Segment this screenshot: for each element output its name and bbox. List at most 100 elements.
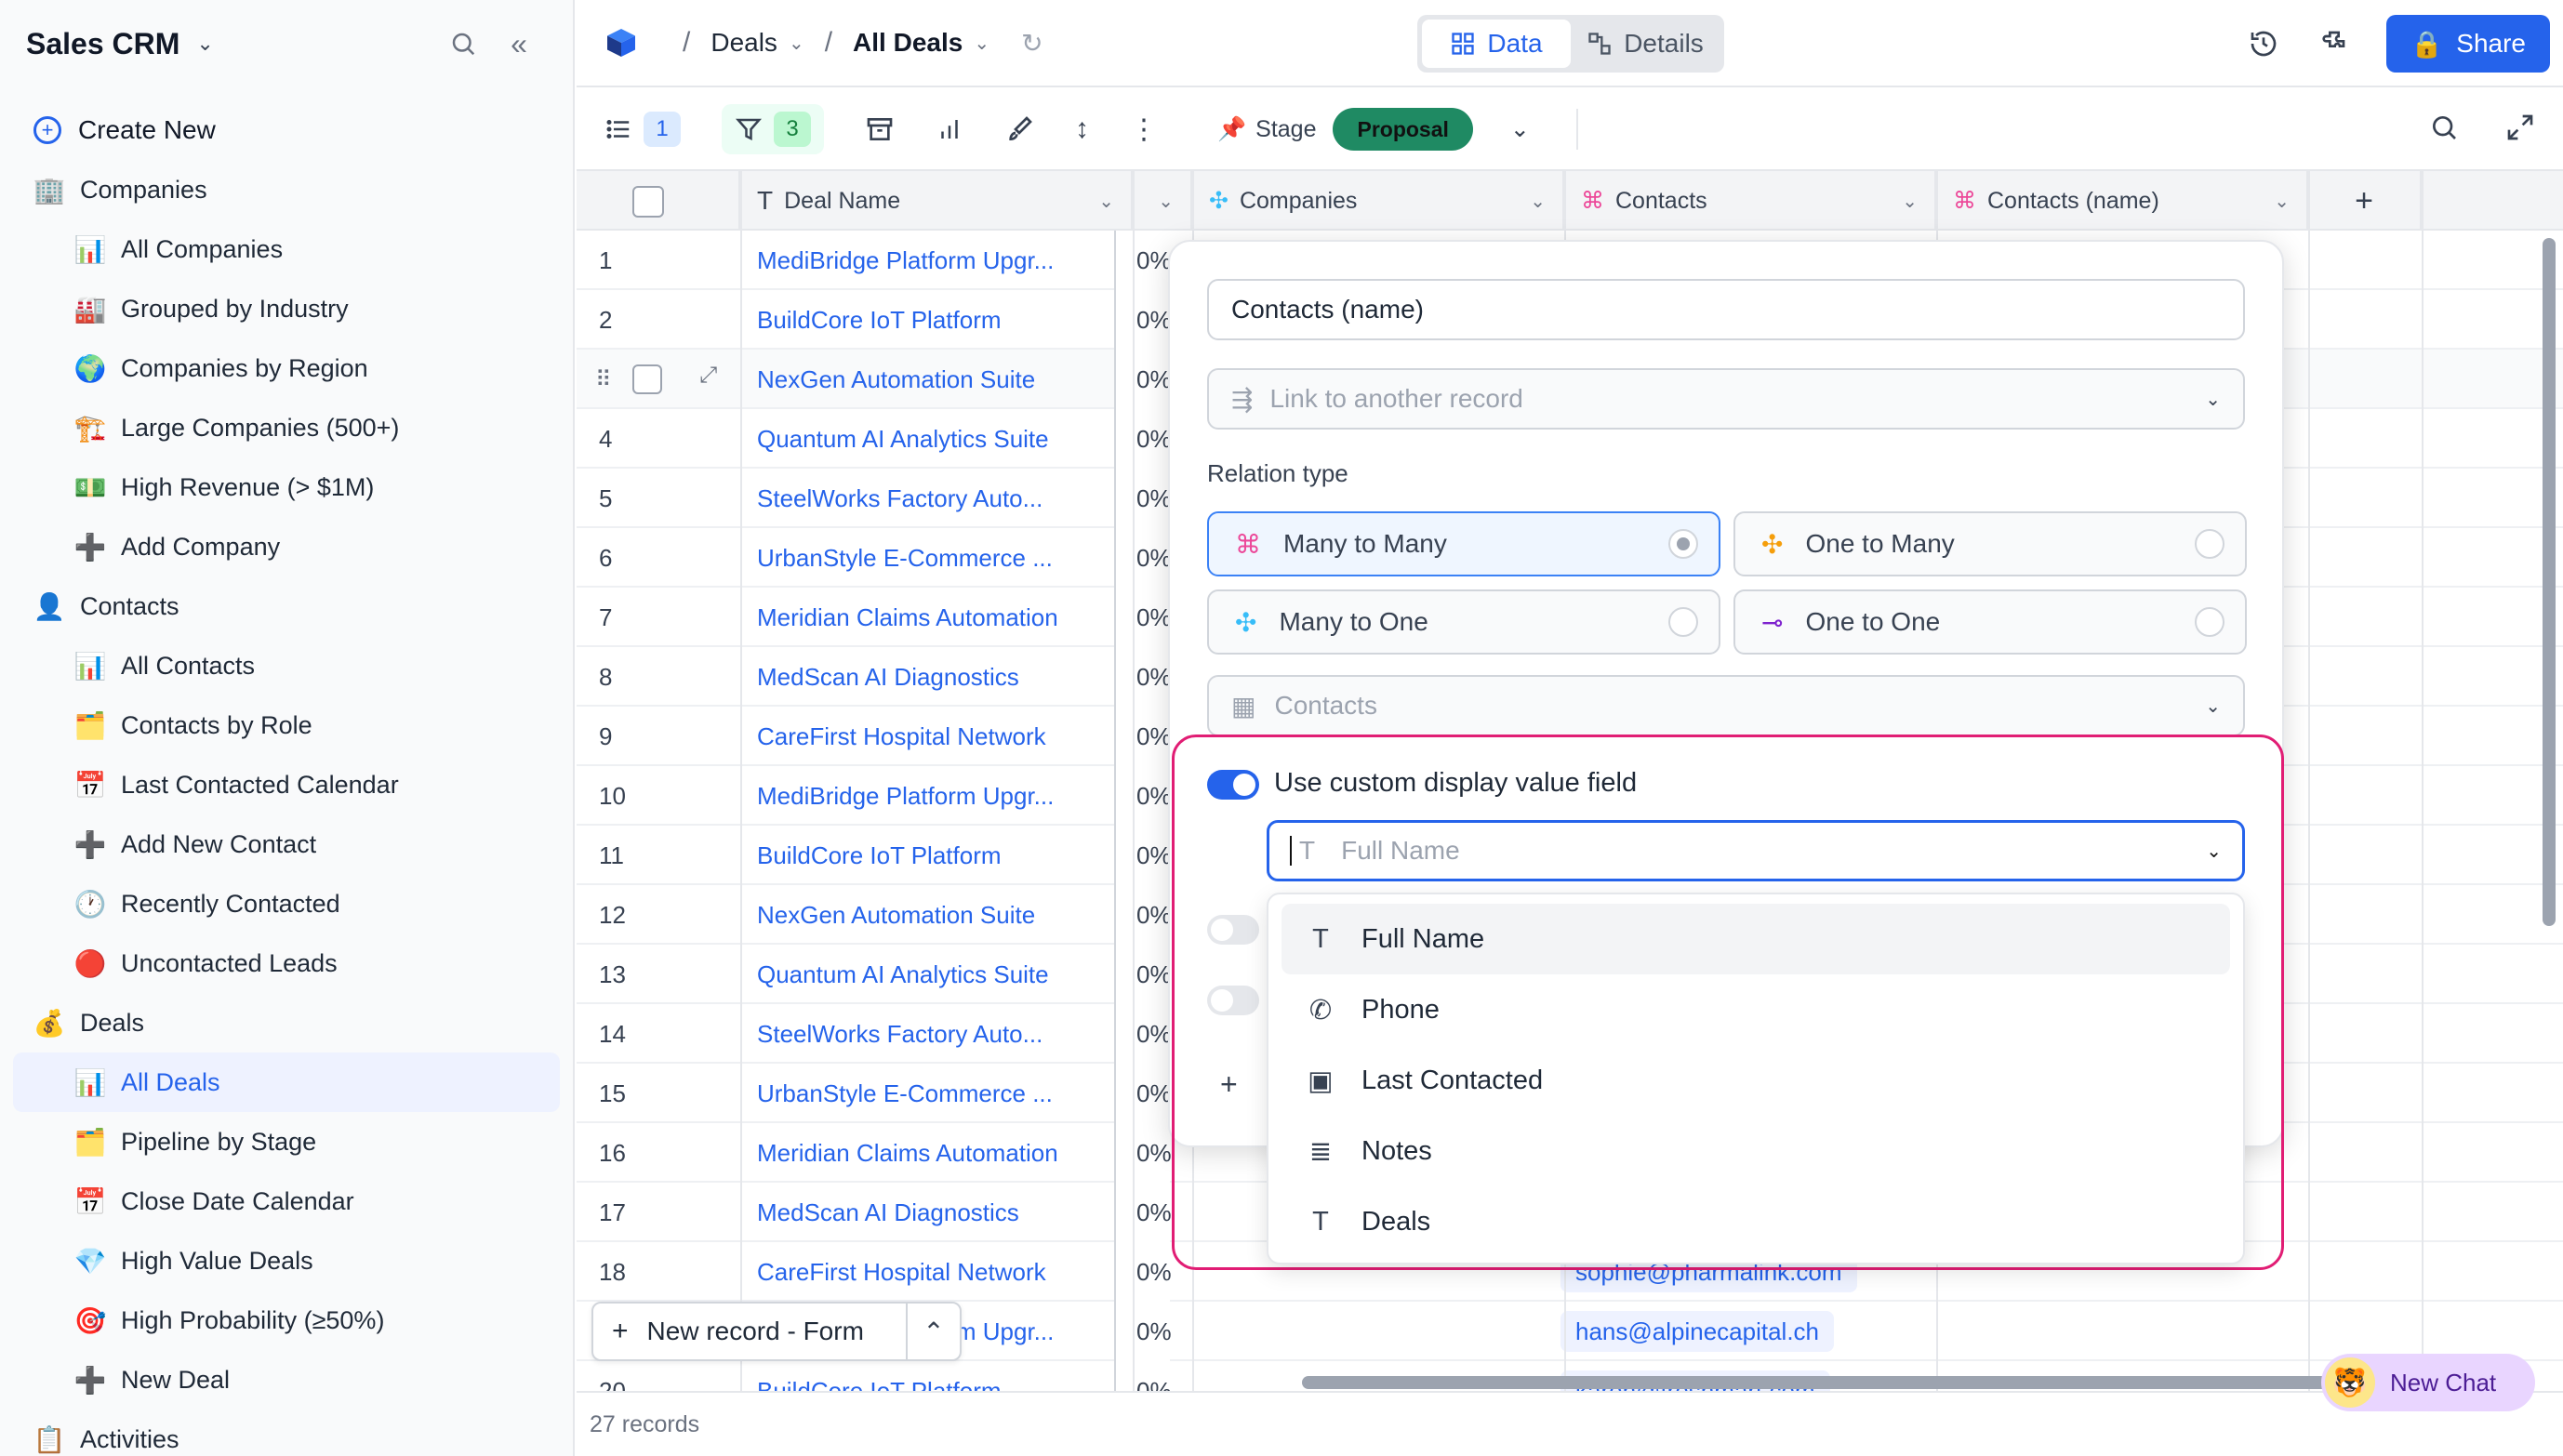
row-checkbox[interactable] (632, 364, 662, 394)
sidebar-item[interactable]: 📅 Close Date Calendar (0, 1171, 573, 1231)
deal-name-cell[interactable]: MedScan AI Diagnostics (757, 1183, 1129, 1242)
probability-cell[interactable]: 0% (1114, 1242, 1172, 1302)
sidebar-item[interactable]: 💵 High Revenue (> $1M) (0, 457, 573, 517)
chevron-down-icon[interactable]: ⌄ (196, 32, 213, 56)
sidebar-item[interactable]: 📊 All Contacts (0, 636, 573, 695)
relation-option[interactable]: ⌘ Many to Many (1207, 511, 1720, 576)
probability-cell[interactable]: 0% (1114, 231, 1172, 290)
probability-cell[interactable]: 0% (1114, 647, 1172, 707)
chevron-down-icon[interactable]: ⌄ (1510, 115, 1530, 143)
deal-name-cell[interactable]: CareFirst Hospital Network (757, 707, 1129, 766)
custom-display-toggle[interactable] (1207, 770, 1259, 800)
column-header-probability[interactable]: ⌄ (1133, 171, 1192, 231)
sidebar-item[interactable]: 👤 Contacts (0, 576, 573, 636)
column-header-contacts-name[interactable]: ⌘ Contacts (name) ⌄ (1936, 171, 2308, 231)
chevron-down-icon[interactable]: ⌄ (2274, 190, 2290, 213)
data-tab[interactable]: Data (1422, 20, 1571, 68)
create-new-button[interactable]: + Create New (0, 100, 573, 160)
sidebar-item[interactable]: 📋 Activities (0, 1410, 573, 1456)
probability-cell[interactable]: 0% (1114, 1183, 1172, 1242)
sidebar-item[interactable]: ➕ Add Company (0, 517, 573, 576)
select-all-checkbox[interactable] (632, 186, 664, 218)
probability-cell[interactable]: 0% (1114, 707, 1172, 766)
deal-name-cell[interactable]: NexGen Automation Suite (757, 350, 1129, 409)
history-icon[interactable] (2241, 21, 2286, 66)
sidebar-item[interactable]: 🗂️ Contacts by Role (0, 695, 573, 755)
relation-option[interactable]: ✣ Many to One (1207, 589, 1720, 655)
deal-name-cell[interactable]: Meridian Claims Automation (757, 1123, 1129, 1183)
new-record-button[interactable]: + New record - Form ⌃ (591, 1302, 962, 1361)
deal-name-cell[interactable]: Meridian Claims Automation (757, 588, 1129, 647)
probability-cell[interactable]: 0% (1114, 469, 1172, 528)
deal-name-cell[interactable]: BuildCore IoT Platform (757, 1361, 1129, 1392)
probability-cell[interactable]: 0% (1114, 350, 1172, 409)
share-button[interactable]: 🔒 Share (2386, 15, 2550, 73)
probability-cell[interactable]: 0% (1114, 1361, 1172, 1391)
sidebar-item[interactable]: 🗂️ Pipeline by Stage (0, 1112, 573, 1171)
sidebar-item[interactable]: 💎 High Value Deals (0, 1231, 573, 1291)
deal-name-cell[interactable]: MediBridge Platform Upgr... (757, 766, 1129, 826)
sidebar-item[interactable]: 📊 All Companies (0, 219, 573, 279)
fields-button[interactable]: 1 (604, 104, 681, 154)
chevron-down-icon[interactable]: ⌄ (974, 32, 989, 55)
relation-option[interactable]: ⊸ One to One (1733, 589, 2247, 655)
probability-cell[interactable]: 0% (1114, 588, 1172, 647)
stage-value-pill[interactable]: Proposal (1333, 108, 1473, 151)
breadcrumb-view[interactable]: All Deals (853, 28, 963, 58)
column-header-companies[interactable]: ✣ Companies ⌄ (1192, 171, 1564, 231)
horizontal-scrollbar[interactable] (1302, 1376, 2455, 1389)
chevron-down-icon[interactable]: ⌄ (1530, 190, 1546, 213)
dropdown-option[interactable]: ▣ Last Contacted (1282, 1045, 2230, 1116)
drag-handle-icon[interactable]: ⠿ (595, 366, 612, 393)
sidebar-item[interactable]: 🏭 Grouped by Industry (0, 279, 573, 338)
deal-name-cell[interactable]: NexGen Automation Suite (757, 885, 1129, 945)
deal-name-cell[interactable]: Quantum AI Analytics Suite (757, 945, 1129, 1004)
collapse-sidebar-icon[interactable]: « (491, 16, 547, 72)
probability-cell[interactable]: 0% (1114, 1064, 1172, 1123)
target-table-select[interactable]: ▦ Contacts ⌄ (1207, 675, 2245, 736)
details-tab[interactable]: Details (1571, 20, 1720, 68)
radio-button[interactable] (2195, 529, 2224, 559)
sidebar-item[interactable]: 🌍 Companies by Region (0, 338, 573, 398)
add-column-button[interactable]: + (2308, 171, 2422, 231)
relation-option[interactable]: ✣ One to Many (1733, 511, 2247, 576)
probability-cell[interactable]: 0% (1114, 1302, 1172, 1361)
more-button[interactable]: ⋮ (1130, 104, 1158, 154)
search-icon[interactable] (435, 16, 491, 72)
deal-name-cell[interactable]: Quantum AI Analytics Suite (757, 409, 1129, 469)
sidebar-item[interactable]: 📅 Last Contacted Calendar (0, 755, 573, 814)
probability-cell[interactable]: 0% (1114, 528, 1172, 588)
puzzle-icon[interactable] (2314, 21, 2358, 66)
expand-row-icon[interactable]: ⤢ (699, 363, 717, 389)
refresh-icon[interactable]: ↻ (1021, 28, 1042, 59)
display-field-select[interactable]: T Full Name ⌄ (1267, 820, 2245, 881)
group-button[interactable] (865, 104, 895, 154)
row-height-button[interactable]: ↕ (1075, 104, 1089, 154)
probability-cell[interactable]: 0% (1114, 766, 1172, 826)
filter-button[interactable]: 3 (722, 104, 824, 154)
option-toggle-1[interactable] (1207, 915, 1259, 945)
chart-button[interactable] (936, 104, 963, 154)
probability-cell[interactable]: 0% (1114, 409, 1172, 469)
deal-name-cell[interactable]: BuildCore IoT Platform (757, 290, 1129, 350)
deal-name-cell[interactable]: SteelWorks Factory Auto... (757, 1004, 1129, 1064)
dropdown-option[interactable]: T Full Name (1282, 904, 2230, 974)
column-header-contacts[interactable]: ⌘ Contacts ⌄ (1564, 171, 1936, 231)
deal-name-cell[interactable]: UrbanStyle E-Commerce ... (757, 1064, 1129, 1123)
chevron-down-icon[interactable]: ⌄ (1098, 190, 1114, 213)
deal-name-cell[interactable]: MediBridge Platform Upgr... (757, 231, 1129, 290)
probability-cell[interactable]: 0% (1114, 1004, 1172, 1064)
probability-cell[interactable]: 0% (1114, 290, 1172, 350)
deal-name-cell[interactable]: CareFirst Hospital Network (757, 1242, 1129, 1302)
sidebar-item[interactable]: 🕐 Recently Contacted (0, 874, 573, 933)
field-type-select[interactable]: ⇶ Link to another record ⌄ (1207, 368, 2245, 430)
deal-name-cell[interactable]: UrbanStyle E-Commerce ... (757, 528, 1129, 588)
deal-name-cell[interactable]: BuildCore IoT Platform (757, 826, 1129, 885)
sidebar-item[interactable]: 🏗️ Large Companies (500+) (0, 398, 573, 457)
radio-button[interactable] (2195, 607, 2224, 637)
probability-cell[interactable]: 0% (1114, 1123, 1172, 1183)
plus-icon[interactable]: + (1220, 1067, 1238, 1102)
new-chat-button[interactable]: 🐯 New Chat (2321, 1354, 2535, 1411)
expand-icon[interactable] (2505, 113, 2535, 147)
probability-cell[interactable]: 0% (1114, 885, 1172, 945)
